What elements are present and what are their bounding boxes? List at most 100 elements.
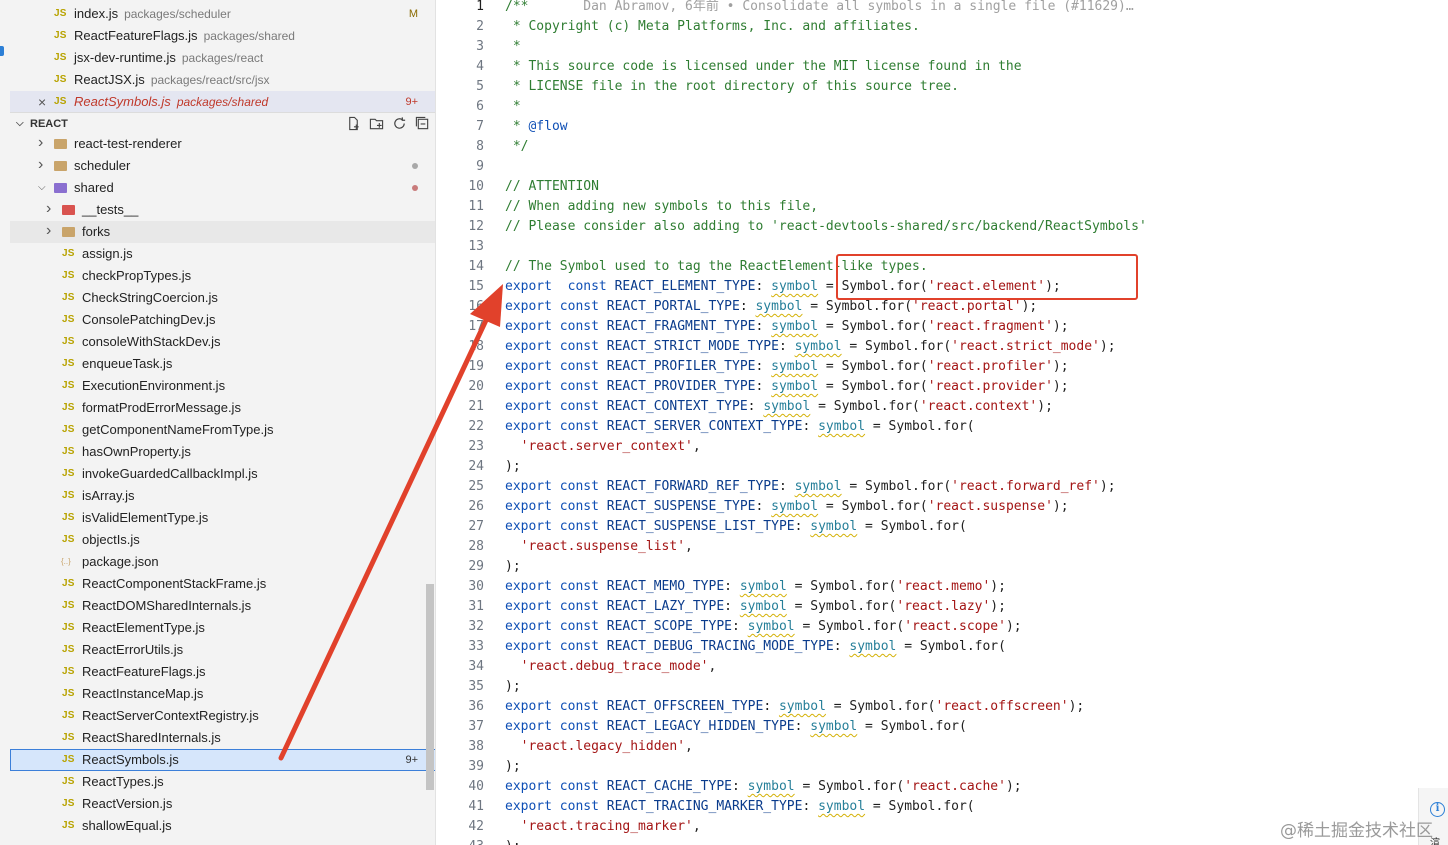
code-line[interactable]: // Please consider also adding to 'react…: [505, 217, 1147, 237]
file-item[interactable]: {..} package.json: [10, 551, 436, 573]
file-item[interactable]: JS objectIs.js: [10, 529, 436, 551]
chevron-right-icon[interactable]: ›: [38, 132, 43, 154]
code-line[interactable]: * Copyright (c) Meta Platforms, Inc. and…: [505, 17, 920, 37]
code-line[interactable]: );: [505, 557, 521, 577]
js-file-icon: JS: [62, 820, 75, 831]
code-line[interactable]: export const REACT_SUSPENSE_TYPE: symbol…: [505, 497, 1069, 517]
code-line[interactable]: export const REACT_SCOPE_TYPE: symbol = …: [505, 617, 1022, 637]
file-item[interactable]: JS getComponentNameFromType.js: [10, 419, 436, 441]
close-icon[interactable]: ×: [38, 91, 46, 113]
code-line[interactable]: export const REACT_DEBUG_TRACING_MODE_TY…: [505, 637, 1006, 657]
code-line[interactable]: export const REACT_TRACING_MARKER_TYPE: …: [505, 797, 975, 817]
file-item[interactable]: JS ReactComponentStackFrame.js: [10, 573, 436, 595]
code-line[interactable]: export const REACT_SERVER_CONTEXT_TYPE: …: [505, 417, 975, 437]
chevron-down-icon[interactable]: ⌵: [38, 177, 46, 199]
open-editor-item[interactable]: × JS ReactSymbols.js packages/shared 9+: [10, 91, 436, 113]
code-line[interactable]: 'react.suspense_list',: [505, 537, 693, 557]
file-item[interactable]: JS isArray.js: [10, 485, 436, 507]
code-line[interactable]: export const REACT_MEMO_TYPE: symbol = S…: [505, 577, 1006, 597]
code-area[interactable]: /** Dan Abramov, 6年前 • Consolidate all s…: [505, 0, 1445, 845]
new-folder-icon[interactable]: [369, 116, 384, 131]
file-item[interactable]: JS ConsolePatchingDev.js: [10, 309, 436, 331]
file-item[interactable]: JS ReactServerContextRegistry.js: [10, 705, 436, 727]
open-editor-item[interactable]: JS ReactFeatureFlags.js packages/shared: [10, 25, 436, 47]
code-token: );: [990, 599, 1006, 614]
chevron-right-icon[interactable]: ›: [46, 198, 51, 220]
code-line[interactable]: 'react.legacy_hidden',: [505, 737, 693, 757]
open-editor-item[interactable]: JS jsx-dev-runtime.js packages/react: [10, 47, 436, 69]
code-line[interactable]: export const REACT_CONTEXT_TYPE: symbol …: [505, 397, 1053, 417]
file-item[interactable]: JS isValidElementType.js: [10, 507, 436, 529]
file-item[interactable]: JS ReactVersion.js: [10, 793, 436, 815]
code-line[interactable]: export const REACT_PROVIDER_TYPE: symbol…: [505, 377, 1069, 397]
code-line[interactable]: );: [505, 677, 521, 697]
code-token: const: [559, 779, 599, 794]
code-line[interactable]: export const REACT_CACHE_TYPE: symbol = …: [505, 777, 1022, 797]
git-status-dot: [412, 163, 418, 169]
code-line[interactable]: *: [505, 97, 521, 117]
file-item[interactable]: JS hasOwnProperty.js: [10, 441, 436, 463]
file-item[interactable]: JS formatProdErrorMessage.js: [10, 397, 436, 419]
code-line[interactable]: );: [505, 457, 521, 477]
chevron-right-icon[interactable]: ›: [46, 220, 51, 242]
code-editor[interactable]: 1 2 3 4 5 6 7 8 9 10 11 12 13 14 15 16 17 18 19 20 21 22 23 24 2…: [436, 0, 1448, 845]
code-line[interactable]: * @flow: [505, 117, 568, 137]
file-name: ReactSharedInternals.js: [82, 730, 221, 745]
code-line[interactable]: // ATTENTION: [505, 177, 599, 197]
folder-item[interactable]: › scheduler: [10, 155, 436, 177]
code-line[interactable]: 'react.debug_trace_mode',: [505, 657, 717, 677]
code-line[interactable]: * LICENSE file in the root directory of …: [505, 77, 959, 97]
sidebar-scrollbar[interactable]: [426, 584, 434, 790]
file-item[interactable]: JS ReactErrorUtils.js: [10, 639, 436, 661]
collapse-all-icon[interactable]: [415, 116, 430, 131]
code-line[interactable]: export const REACT_FORWARD_REF_TYPE: sym…: [505, 477, 1116, 497]
folder-item[interactable]: › react-test-renderer: [10, 133, 436, 155]
explorer-section-header[interactable]: ⌵ REACT: [10, 112, 436, 134]
code-line[interactable]: export const REACT_OFFSCREEN_TYPE: symbo…: [505, 697, 1084, 717]
code-line[interactable]: export const REACT_PROFILER_TYPE: symbol…: [505, 357, 1069, 377]
file-item[interactable]: JS ReactElementType.js: [10, 617, 436, 639]
open-editor-item[interactable]: JS ReactJSX.js packages/react/src/jsx: [10, 69, 436, 91]
file-item[interactable]: JS ReactInstanceMap.js: [10, 683, 436, 705]
code-line[interactable]: /** Dan Abramov, 6年前 • Consolidate all s…: [505, 0, 1134, 17]
chevron-down-icon[interactable]: ⌵: [16, 113, 24, 135]
file-item[interactable]: JS invokeGuardedCallbackImpl.js: [10, 463, 436, 485]
chevron-right-icon[interactable]: ›: [38, 154, 43, 176]
code-line[interactable]: export const REACT_LEGACY_HIDDEN_TYPE: s…: [505, 717, 967, 737]
subfolder-item[interactable]: › __tests__: [10, 199, 436, 221]
code-line[interactable]: 'react.tracing_marker',: [505, 817, 701, 837]
code-line[interactable]: );: [505, 757, 521, 777]
info-icon[interactable]: i: [1430, 802, 1445, 817]
code-line[interactable]: );: [505, 837, 521, 845]
open-editor-item[interactable]: JS index.js packages/scheduler M: [10, 3, 436, 25]
code-line[interactable]: export const REACT_LAZY_TYPE: symbol = S…: [505, 597, 1006, 617]
code-line[interactable]: export const REACT_PORTAL_TYPE: symbol =…: [505, 297, 1037, 317]
code-token: REACT_SCOPE_TYPE: [606, 619, 732, 634]
code-line[interactable]: * This source code is licensed under the…: [505, 57, 1022, 77]
file-item[interactable]: JS assign.js: [10, 243, 436, 265]
code-line[interactable]: export const REACT_FRAGMENT_TYPE: symbol…: [505, 317, 1069, 337]
code-line[interactable]: */: [505, 137, 529, 157]
code-line[interactable]: 'react.server_context',: [505, 437, 701, 457]
file-item[interactable]: JS ReactDOMSharedInternals.js: [10, 595, 436, 617]
file-item[interactable]: JS ExecutionEnvironment.js: [10, 375, 436, 397]
code-line[interactable]: export const REACT_STRICT_MODE_TYPE: sym…: [505, 337, 1116, 357]
file-item[interactable]: JS consoleWithStackDev.js: [10, 331, 436, 353]
line-number: 41: [468, 799, 484, 814]
file-item[interactable]: JS checkPropTypes.js: [10, 265, 436, 287]
new-file-icon[interactable]: [346, 116, 361, 131]
folder-item[interactable]: ⌵ shared: [10, 177, 436, 199]
file-item[interactable]: JS ReactFeatureFlags.js: [10, 661, 436, 683]
refresh-icon[interactable]: [392, 116, 407, 131]
code-line[interactable]: // When adding new symbols to this file,: [505, 197, 818, 217]
subfolder-item[interactable]: › forks: [10, 221, 436, 243]
file-item[interactable]: JS ReactSharedInternals.js: [10, 727, 436, 749]
file-item[interactable]: JS shallowEqual.js: [10, 815, 436, 837]
file-item[interactable]: JS ReactTypes.js: [10, 771, 436, 793]
file-item[interactable]: JS CheckStringCoercion.js: [10, 287, 436, 309]
code-line[interactable]: *: [505, 37, 521, 57]
code-token: const: [559, 639, 599, 654]
code-line[interactable]: export const REACT_SUSPENSE_LIST_TYPE: s…: [505, 517, 967, 537]
file-item[interactable]: JS enqueueTask.js: [10, 353, 436, 375]
file-item[interactable]: JS ReactSymbols.js 9+: [10, 749, 436, 771]
